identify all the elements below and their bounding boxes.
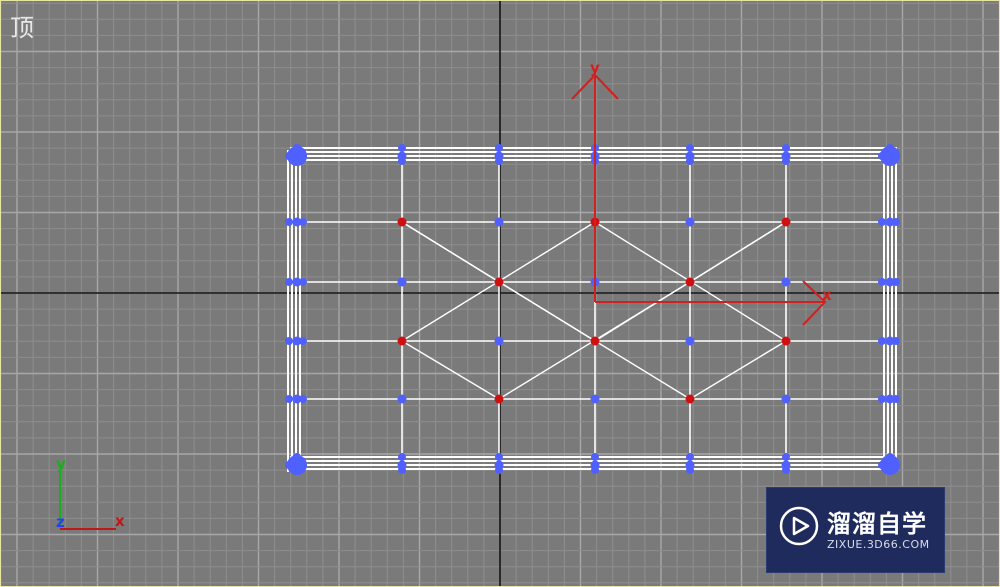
vertex[interactable] bbox=[878, 278, 886, 286]
vertex[interactable] bbox=[495, 157, 503, 165]
vertex[interactable] bbox=[398, 453, 406, 461]
selected-vertex[interactable] bbox=[590, 336, 600, 346]
selected-vertex[interactable] bbox=[397, 217, 407, 227]
gizmo-x-label: x bbox=[822, 286, 832, 304]
watermark-url: ZIXUE.3D66.COM bbox=[827, 538, 930, 551]
vertex[interactable] bbox=[685, 336, 695, 346]
selected-vertex[interactable] bbox=[494, 394, 504, 404]
vertex[interactable] bbox=[299, 337, 307, 345]
vertex[interactable] bbox=[686, 466, 694, 474]
vertex[interactable] bbox=[782, 144, 790, 152]
selected-vertex[interactable] bbox=[781, 217, 791, 227]
vertex[interactable] bbox=[285, 218, 293, 226]
vertex[interactable] bbox=[685, 217, 695, 227]
selected-vertex[interactable] bbox=[781, 336, 791, 346]
vertex[interactable] bbox=[686, 453, 694, 461]
viewport-label[interactable]: 顶 bbox=[10, 8, 34, 43]
play-logo-icon bbox=[779, 506, 819, 546]
vertex[interactable] bbox=[285, 395, 293, 403]
vertex[interactable] bbox=[591, 466, 599, 474]
watermark-logo: 溜溜自学 ZIXUE.3D66.COM bbox=[766, 487, 945, 573]
vertex[interactable] bbox=[590, 394, 600, 404]
vertex[interactable] bbox=[878, 395, 886, 403]
top-viewport[interactable]: y x y x z 顶 溜溜自学 ZIXUE.3D66.COM bbox=[0, 0, 1000, 587]
vertex[interactable] bbox=[878, 337, 886, 345]
selected-vertex[interactable] bbox=[685, 394, 695, 404]
vertex[interactable] bbox=[495, 453, 503, 461]
vertex[interactable] bbox=[494, 217, 504, 227]
corner-vertex-cluster[interactable] bbox=[287, 146, 307, 166]
vertex[interactable] bbox=[782, 466, 790, 474]
vertex[interactable] bbox=[782, 157, 790, 165]
tripod-x-label: x bbox=[115, 512, 125, 530]
vertex[interactable] bbox=[495, 144, 503, 152]
corner-vertex-cluster[interactable] bbox=[880, 146, 900, 166]
vertex[interactable] bbox=[781, 394, 791, 404]
vertex[interactable] bbox=[892, 337, 900, 345]
vertex[interactable] bbox=[686, 144, 694, 152]
selected-vertex[interactable] bbox=[397, 336, 407, 346]
vertex[interactable] bbox=[285, 278, 293, 286]
tripod-y-label: y bbox=[56, 455, 66, 473]
selected-vertex[interactable] bbox=[685, 277, 695, 287]
vertex[interactable] bbox=[285, 337, 293, 345]
selected-vertex[interactable] bbox=[494, 277, 504, 287]
vertex[interactable] bbox=[398, 157, 406, 165]
watermark-brand: 溜溜自学 bbox=[827, 510, 927, 538]
vertex[interactable] bbox=[892, 278, 900, 286]
vertex[interactable] bbox=[781, 277, 791, 287]
vertex[interactable] bbox=[494, 336, 504, 346]
vertex[interactable] bbox=[782, 453, 790, 461]
vertex[interactable] bbox=[397, 394, 407, 404]
vertex[interactable] bbox=[591, 453, 599, 461]
tripod-z-label: z bbox=[56, 513, 65, 531]
vertex[interactable] bbox=[892, 218, 900, 226]
vertex[interactable] bbox=[299, 218, 307, 226]
vertex[interactable] bbox=[878, 218, 886, 226]
vertex[interactable] bbox=[495, 466, 503, 474]
gizmo-y-label: y bbox=[590, 59, 600, 77]
vertex[interactable] bbox=[686, 157, 694, 165]
vertex[interactable] bbox=[398, 144, 406, 152]
vertex[interactable] bbox=[892, 395, 900, 403]
vertex[interactable] bbox=[299, 395, 307, 403]
corner-vertex-cluster[interactable] bbox=[287, 455, 307, 475]
vertex[interactable] bbox=[397, 277, 407, 287]
vertex[interactable] bbox=[398, 466, 406, 474]
corner-vertex-cluster[interactable] bbox=[880, 455, 900, 475]
vertex[interactable] bbox=[299, 278, 307, 286]
